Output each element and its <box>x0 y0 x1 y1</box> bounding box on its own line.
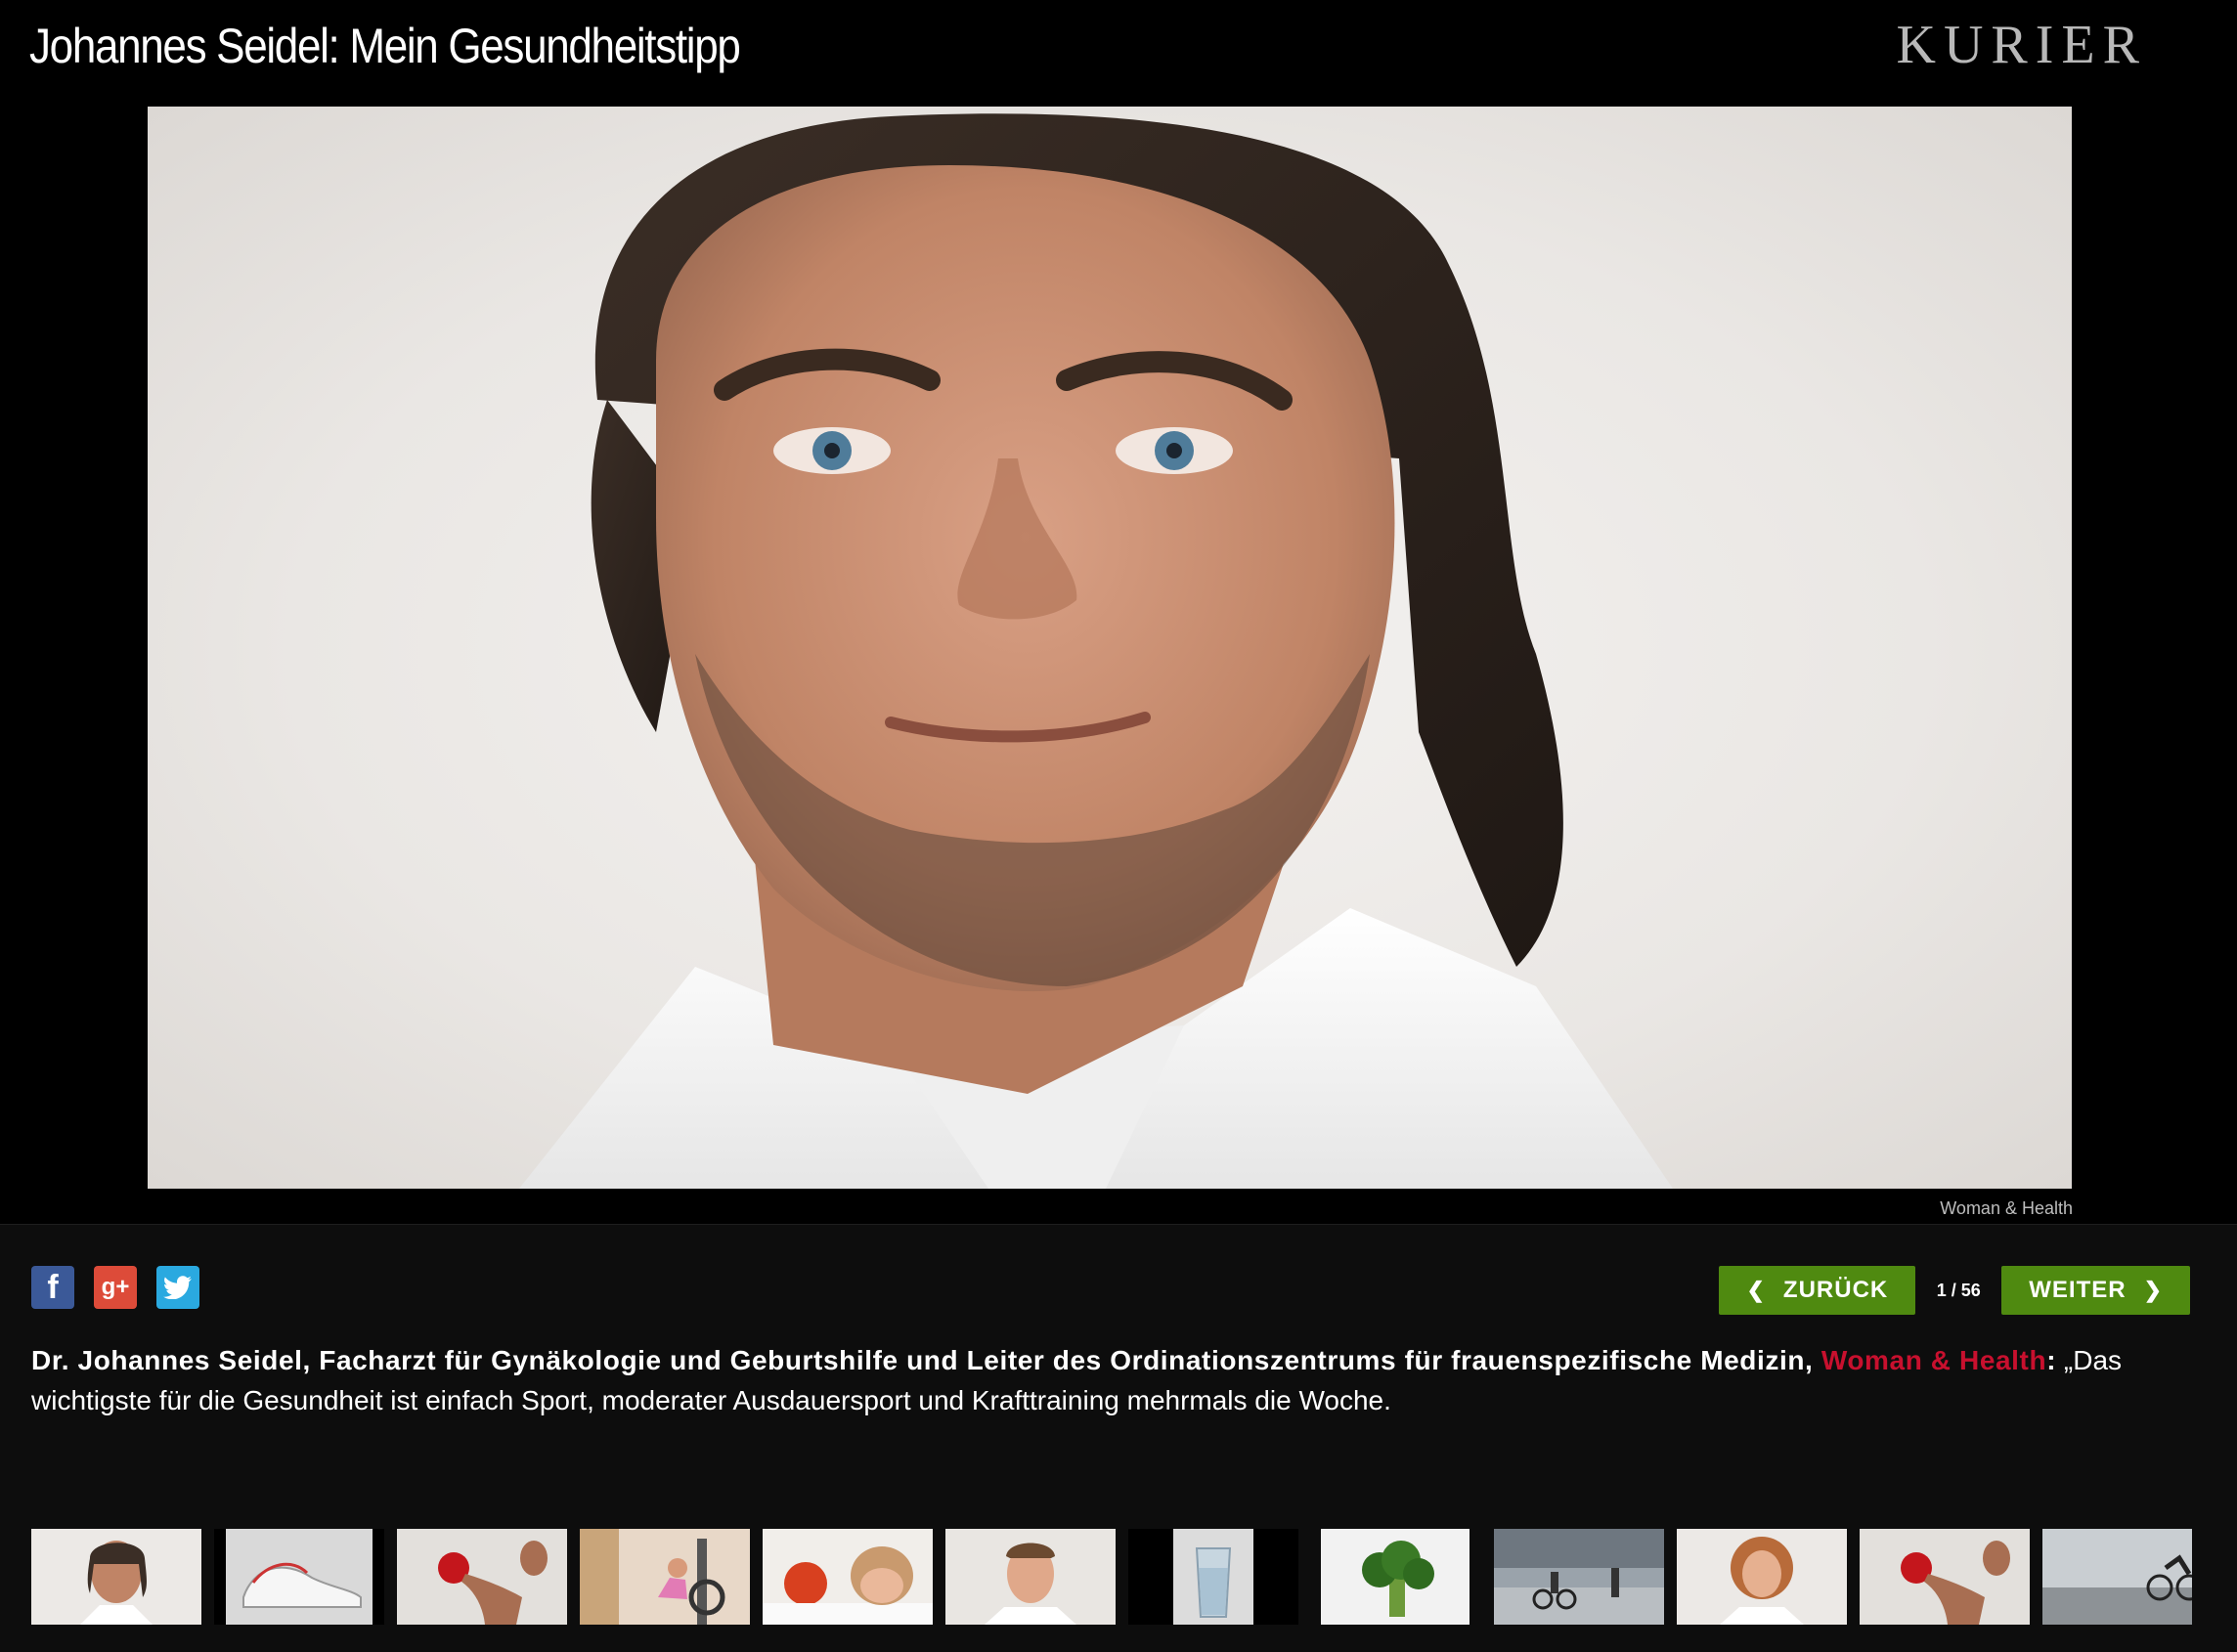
gallery-stage: Johannes Seidel: Mein Gesundheitstipp KU… <box>0 0 2237 1224</box>
thumbnail-cyclist-road[interactable] <box>2042 1529 2192 1625</box>
main-photo[interactable] <box>148 107 2072 1189</box>
twitter-bird-glyph <box>163 1276 192 1299</box>
portrait-illustration <box>519 113 1673 1189</box>
thumb-gym-image <box>580 1529 750 1625</box>
thumbnail-woman[interactable] <box>1677 1529 1847 1625</box>
thumb-young-man-image <box>945 1529 1116 1625</box>
kurier-logo[interactable]: KURIER <box>1897 14 2147 76</box>
thumb-girl-apple-image <box>763 1529 933 1625</box>
thumbnail-girl-apple[interactable] <box>763 1529 933 1625</box>
gallery-title: Johannes Seidel: Mein Gesundheitstipp <box>29 19 741 73</box>
thumbnail-broccoli[interactable] <box>1311 1529 1481 1625</box>
caption-intro: Dr. Johannes Seidel, Facharzt für Gynäko… <box>31 1345 1821 1375</box>
photo-credit: Woman & Health <box>1940 1198 2073 1218</box>
gallery-navigation: ❮ ZURÜCK 1 / 56 WEITER ❯ <box>1719 1266 2190 1315</box>
prev-button[interactable]: ❮ ZURÜCK <box>1719 1266 1916 1315</box>
next-button[interactable]: WEITER ❯ <box>2001 1266 2190 1315</box>
thumb-boxer-image <box>397 1529 567 1625</box>
thumbnail-boxer-2[interactable] <box>1860 1529 2030 1625</box>
twitter-icon[interactable] <box>156 1266 199 1309</box>
thumbnail-portrait-man[interactable] <box>31 1529 201 1625</box>
thumbnail-sneakers[interactable] <box>214 1529 384 1625</box>
facebook-icon[interactable]: f <box>31 1266 74 1309</box>
caption-colon: : <box>2046 1345 2057 1375</box>
thumbnail-water[interactable] <box>1128 1529 1298 1625</box>
thumb-cyclist-road-image <box>2042 1529 2192 1625</box>
thumb-boxer-2-image <box>1860 1529 2030 1625</box>
next-button-label: WEITER <box>2029 1277 2127 1303</box>
thumbnail-strip <box>31 1529 2192 1625</box>
google-plus-icon[interactable]: g+ <box>94 1266 137 1309</box>
gallery-page: Johannes Seidel: Mein Gesundheitstipp KU… <box>0 0 2237 1652</box>
thumbnail-gym[interactable] <box>580 1529 750 1625</box>
thumbnail-cyclists[interactable] <box>1494 1529 1664 1625</box>
slide-caption: Dr. Johannes Seidel, Facharzt für Gynäko… <box>31 1340 2192 1420</box>
social-share-bar: f g+ <box>31 1266 199 1309</box>
chevron-left-icon: ❮ <box>1746 1278 1766 1302</box>
thumbnail-boxer[interactable] <box>397 1529 567 1625</box>
thumb-sneakers-image <box>214 1529 384 1625</box>
thumb-water-image <box>1128 1529 1298 1625</box>
prev-button-label: ZURÜCK <box>1782 1277 1889 1303</box>
thumb-cyclists-image <box>1494 1529 1664 1625</box>
slide-counter: 1 / 56 <box>1936 1280 1981 1300</box>
thumb-woman-image <box>1677 1529 1847 1625</box>
woman-health-link[interactable]: Woman & Health <box>1821 1345 2046 1375</box>
chevron-right-icon: ❯ <box>2143 1278 2163 1302</box>
thumb-broccoli-image <box>1311 1529 1481 1625</box>
thumbnail-young-man[interactable] <box>945 1529 1116 1625</box>
thumb-portrait-man-image <box>31 1529 201 1625</box>
info-panel: f g+ ❮ ZURÜCK 1 / 56 WEITER ❯ Dr. Johann… <box>0 1224 2237 1652</box>
